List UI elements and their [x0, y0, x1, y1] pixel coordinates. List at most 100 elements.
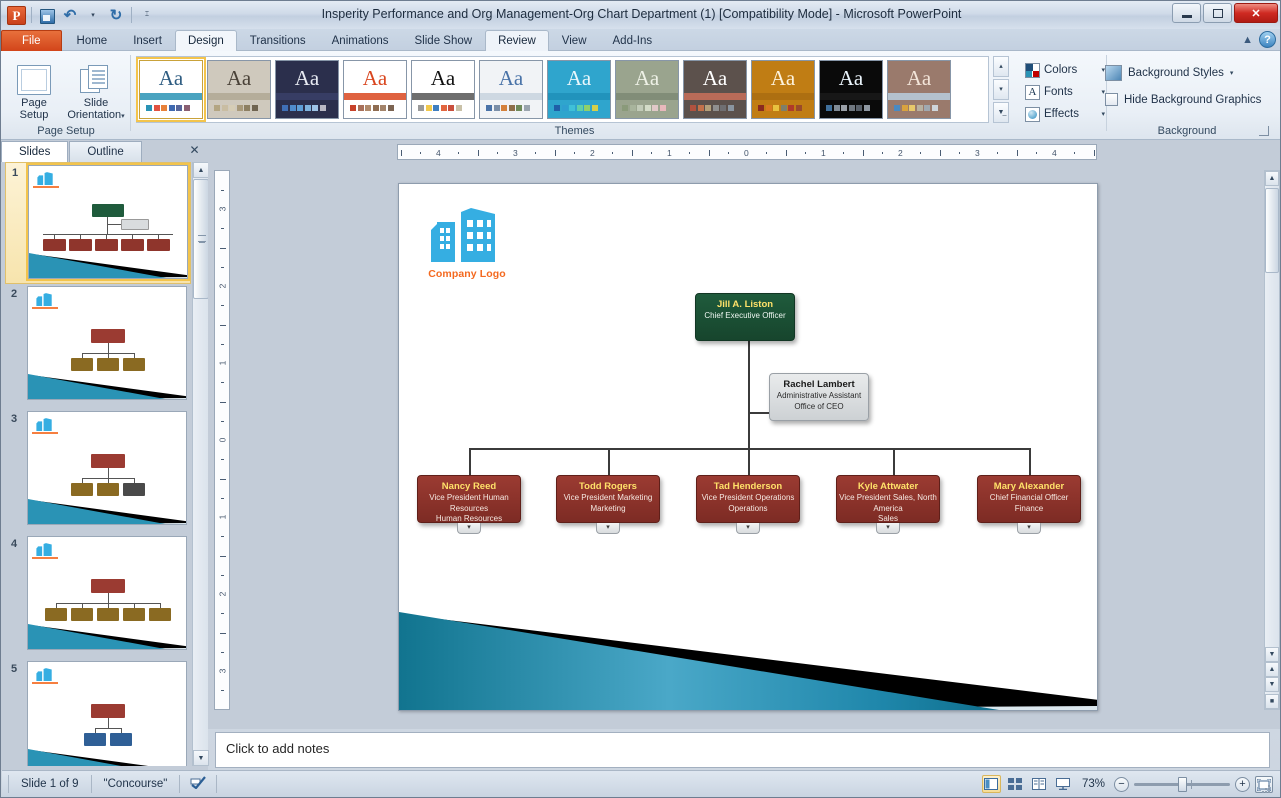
themes-scroll-down-button[interactable]: ▾ [993, 79, 1009, 100]
scrollbar-thumb[interactable] [193, 179, 209, 299]
zoom-slider-handle[interactable] [1178, 776, 1187, 792]
chevron-down-icon[interactable]: ▾ [121, 113, 125, 120]
slide-thumbnail-preview[interactable] [27, 661, 187, 766]
slide-thumbnail-2[interactable]: 2 [5, 284, 191, 409]
checkbox-icon[interactable] [1105, 93, 1118, 106]
scroll-up-button[interactable]: ▲ [1265, 171, 1279, 186]
tab-file[interactable]: File [1, 30, 62, 51]
background-dialog-launcher[interactable] [1259, 126, 1269, 136]
org-node-report-3[interactable]: Tad Henderson Vice President Operations Op… [696, 475, 800, 523]
tab-review[interactable]: Review [485, 30, 549, 51]
themes-scroll-up-button[interactable]: ▴ [993, 56, 1009, 77]
org-node-report-5[interactable]: Mary Alexander Chief Financial Officer Fin… [977, 475, 1081, 523]
powerpoint-icon[interactable]: P [7, 5, 26, 25]
slide-canvas[interactable]: Company Logo Jill A. Liston Chief Execut… [398, 183, 1100, 713]
save-icon[interactable] [37, 6, 57, 25]
theme-apex[interactable]: Aa [207, 60, 271, 119]
tab-transitions[interactable]: Transitions [237, 30, 319, 51]
theme-essential[interactable]: Aa [887, 60, 951, 119]
theme-fonts-button[interactable]: A Fonts ▾ [1025, 81, 1105, 103]
theme-colors-button[interactable]: Colors ▾ [1025, 59, 1105, 81]
undo-dropdown-icon[interactable]: ▾ [83, 6, 103, 25]
theme-austin[interactable]: Aa [343, 60, 407, 119]
slide-show-button[interactable] [1054, 775, 1073, 793]
theme-civic[interactable]: Aa [479, 60, 543, 119]
org-node-ceo[interactable]: Jill A. Liston Chief Executive Officer [695, 293, 795, 341]
scroll-up-button[interactable]: ▲ [193, 162, 209, 178]
back-to-slide-button[interactable]: ■ [1265, 694, 1279, 709]
tab-home[interactable]: Home [64, 30, 121, 51]
page-setup-button[interactable]: Page Setup [5, 57, 63, 121]
slide-thumbnail-3[interactable]: 3 [5, 409, 191, 534]
org-node-report-1[interactable]: Nancy Reed Vice President Human Resources… [417, 475, 521, 523]
tab-insert[interactable]: Insert [120, 30, 175, 51]
slide-thumbnail-list[interactable]: 1 2 3 4 5 [5, 162, 191, 766]
slide-thumbnail-5[interactable]: 5 [5, 659, 191, 766]
tab-slides[interactable]: Slides [1, 141, 69, 162]
slide-thumbnail-preview[interactable] [26, 163, 190, 281]
tab-slide-show[interactable]: Slide Show [402, 30, 486, 51]
theme-effects-button[interactable]: Effects ▾ [1025, 103, 1105, 125]
reading-view-button[interactable] [1030, 775, 1049, 793]
previous-slide-button[interactable]: ▲ [1265, 662, 1279, 677]
minimize-ribbon-icon[interactable]: ▲ [1242, 34, 1253, 46]
slide-sorter-button[interactable] [1006, 775, 1025, 793]
normal-view-button[interactable] [981, 775, 1001, 793]
themes-more-button[interactable]: ▼̲ [993, 102, 1009, 123]
tab-outline[interactable]: Outline [69, 141, 142, 162]
zoom-slider[interactable] [1134, 776, 1230, 792]
close-button[interactable]: ✕ [1234, 3, 1278, 23]
tab-animations[interactable]: Animations [319, 30, 402, 51]
spell-check-button[interactable] [180, 775, 218, 793]
ruler-tick [458, 152, 460, 154]
status-bar-right: 73% − + [981, 775, 1273, 793]
org-node-report-4[interactable]: Kyle Attwater Vice President Sales, North… [836, 475, 940, 523]
theme-composite[interactable]: Aa [615, 60, 679, 119]
zoom-out-button[interactable]: − [1114, 776, 1129, 792]
org-node-report-2[interactable]: Todd Rogers Vice President Marketing Marke… [556, 475, 660, 523]
tab-view[interactable]: View [549, 30, 600, 51]
redo-icon[interactable]: ↻ [106, 6, 126, 25]
undo-icon[interactable]: ↶ [60, 6, 80, 25]
scroll-down-button[interactable]: ▼ [1265, 647, 1279, 662]
editor-vertical-scrollbar[interactable]: ▲ ▼ ▲ ▼ ■ [1264, 170, 1280, 710]
org-node-expander-4[interactable]: ▾ [876, 523, 900, 534]
slide-thumbnail-preview[interactable] [27, 286, 187, 400]
org-node-expander-2[interactable]: ▾ [596, 523, 620, 534]
next-slide-button[interactable]: ▼ [1265, 677, 1279, 692]
slide-thumbnail-preview[interactable] [27, 536, 187, 650]
slide-thumbnail-4[interactable]: 4 [5, 534, 191, 659]
slide-orientation-button[interactable]: Slide Orientation▾ [63, 57, 129, 123]
help-icon[interactable]: ? [1259, 31, 1276, 48]
close-pane-icon[interactable]: ✕ [187, 143, 202, 158]
notes-pane[interactable]: Click to add notes [215, 732, 1270, 768]
slide-1[interactable]: Company Logo Jill A. Liston Chief Execut… [398, 183, 1098, 711]
theme-clarity[interactable]: Aa [547, 60, 611, 119]
org-node-expander-1[interactable]: ▾ [457, 523, 481, 534]
org-node-expander-5[interactable]: ▾ [1017, 523, 1041, 534]
theme-black-tie[interactable]: Aa [411, 60, 475, 119]
theme-aspect[interactable]: Aa [275, 60, 339, 119]
customize-qat-icon[interactable]: ⌶ [137, 6, 157, 25]
tab-add-ins[interactable]: Add-Ins [600, 30, 666, 51]
theme-equity[interactable]: Aa [819, 60, 883, 119]
zoom-in-button[interactable]: + [1235, 776, 1250, 792]
tab-design[interactable]: Design [174, 30, 237, 51]
scroll-down-button[interactable]: ▼ [193, 750, 209, 766]
restore-button[interactable] [1203, 3, 1232, 23]
org-node-assistant[interactable]: Rachel Lambert Administrative Assistant … [769, 373, 869, 421]
theme-concourse[interactable]: Aa [136, 57, 206, 122]
resize-grip[interactable] [1261, 781, 1271, 793]
theme-couture[interactable]: Aa [683, 60, 747, 119]
themes-gallery[interactable]: Aa Aa Aa Aa Aa Aa Aa Aa Aa Aa Aa Aa [136, 56, 989, 123]
scrollbar-thumb[interactable] [1265, 188, 1279, 273]
minimize-button[interactable] [1172, 3, 1201, 23]
chevron-down-icon[interactable]: ▾ [1230, 69, 1234, 77]
slide-thumbnail-1[interactable]: 1 [5, 162, 191, 284]
slide-thumbnail-preview[interactable] [27, 411, 187, 525]
slides-pane-scrollbar[interactable]: ▲ ▼ [192, 162, 209, 766]
theme-elemental[interactable]: Aa [751, 60, 815, 119]
background-styles-button[interactable]: Background Styles ▾ [1105, 65, 1233, 81]
hide-background-graphics-checkbox[interactable]: Hide Background Graphics [1105, 93, 1261, 106]
org-node-expander-3[interactable]: ▾ [736, 523, 760, 534]
